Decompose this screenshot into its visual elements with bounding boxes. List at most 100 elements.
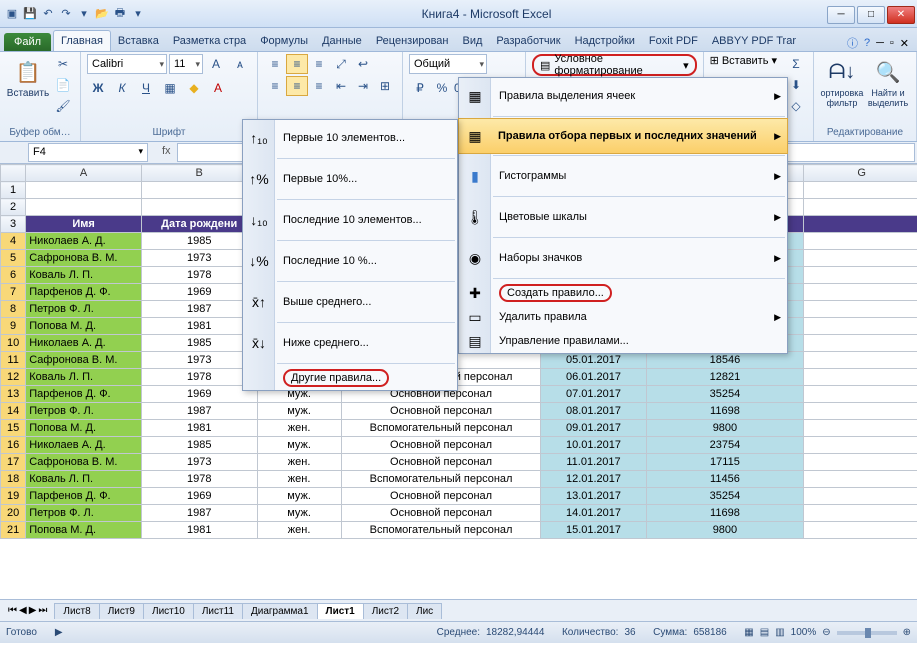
- cell[interactable]: [26, 182, 142, 199]
- ribbon-tab-2[interactable]: Разметка стра: [166, 31, 253, 51]
- row-header[interactable]: 9: [1, 318, 26, 335]
- sheet-tab[interactable]: Лист10: [143, 603, 194, 619]
- cell[interactable]: муж.: [257, 437, 341, 454]
- cell[interactable]: [804, 335, 917, 352]
- data-bars-item[interactable]: ▮ Гистограммы ▶: [459, 158, 787, 194]
- cell[interactable]: [804, 420, 917, 437]
- cell[interactable]: 1978: [141, 369, 257, 386]
- cell[interactable]: Вспомогательный персонал: [341, 471, 541, 488]
- icon-sets-item[interactable]: ◉ Наборы значков ▶: [459, 240, 787, 276]
- percent-button[interactable]: %: [431, 78, 453, 98]
- align-right-button[interactable]: ≡: [308, 76, 330, 96]
- fill-color-button[interactable]: ◆: [183, 78, 205, 98]
- cell[interactable]: [804, 522, 917, 539]
- cell[interactable]: 1981: [141, 420, 257, 437]
- cell[interactable]: Основной персонал: [341, 454, 541, 471]
- ribbon-tab-6[interactable]: Вид: [456, 31, 490, 51]
- cell[interactable]: [804, 199, 917, 216]
- cell[interactable]: муж.: [257, 505, 341, 522]
- cell[interactable]: Попова М. Д.: [26, 420, 142, 437]
- cell[interactable]: муж.: [257, 488, 341, 505]
- cut-button[interactable]: ✂: [52, 54, 74, 74]
- sheet-first-icon[interactable]: ⏮: [8, 605, 17, 616]
- cell[interactable]: 1985: [141, 233, 257, 250]
- cell[interactable]: [804, 403, 917, 420]
- align-top-button[interactable]: ≡: [264, 54, 286, 74]
- below-average-item[interactable]: x̄↓ Ниже среднего...: [243, 325, 457, 361]
- ribbon-tab-9[interactable]: Foxit PDF: [642, 31, 705, 51]
- row-header[interactable]: 21: [1, 522, 26, 539]
- cell[interactable]: 11698: [646, 505, 804, 522]
- row-header[interactable]: 10: [1, 335, 26, 352]
- row-header[interactable]: 15: [1, 420, 26, 437]
- find-select-button[interactable]: 🔍 Найти и выделить: [866, 54, 910, 108]
- cell[interactable]: Вспомогательный персонал: [341, 420, 541, 437]
- align-center-button[interactable]: ≡: [286, 76, 308, 96]
- row-header[interactable]: 11: [1, 352, 26, 369]
- format-painter-button[interactable]: 🖌: [52, 96, 74, 116]
- cell[interactable]: 06.01.2017: [541, 369, 646, 386]
- view-break-icon[interactable]: ▥: [775, 627, 784, 638]
- insert-button[interactable]: ⊞ Вставить▾: [710, 54, 777, 67]
- row-header[interactable]: 13: [1, 386, 26, 403]
- zoom-slider[interactable]: [837, 631, 897, 635]
- cell[interactable]: [804, 488, 917, 505]
- cell[interactable]: муж.: [257, 403, 341, 420]
- cell[interactable]: жен.: [257, 454, 341, 471]
- cell[interactable]: Попова М. Д.: [26, 522, 142, 539]
- row-header[interactable]: 6: [1, 267, 26, 284]
- cell[interactable]: 35254: [646, 488, 804, 505]
- sheet-tab[interactable]: Лист1: [317, 603, 364, 619]
- cell[interactable]: 1987: [141, 301, 257, 318]
- print-icon[interactable]: 🖶: [112, 6, 128, 22]
- cell[interactable]: Основной персонал: [341, 488, 541, 505]
- above-average-item[interactable]: x̄↑ Выше среднего...: [243, 284, 457, 320]
- cell[interactable]: 1973: [141, 250, 257, 267]
- cell[interactable]: [804, 301, 917, 318]
- cell[interactable]: 17115: [646, 454, 804, 471]
- row-header[interactable]: 14: [1, 403, 26, 420]
- sheet-tab[interactable]: Лист9: [99, 603, 144, 619]
- sort-filter-button[interactable]: ᗩ↓ ортировка фильтр: [820, 54, 864, 108]
- fx-icon[interactable]: fx: [158, 142, 175, 163]
- bottom-10-items-item[interactable]: ↓₁₀ Последние 10 элементов...: [243, 202, 457, 238]
- sheet-next-icon[interactable]: ▶: [29, 605, 37, 616]
- sheet-last-icon[interactable]: ⏭: [38, 605, 47, 616]
- sheet-prev-icon[interactable]: ◀: [19, 605, 27, 616]
- orientation-button[interactable]: ⤢: [330, 54, 352, 74]
- cell[interactable]: жен.: [257, 420, 341, 437]
- cell[interactable]: 14.01.2017: [541, 505, 646, 522]
- column-header[interactable]: A: [26, 165, 142, 182]
- cell[interactable]: 1987: [141, 403, 257, 420]
- maximize-button[interactable]: □: [857, 6, 885, 24]
- new-rule-item[interactable]: ✚ Создать правило...: [459, 281, 787, 305]
- cell[interactable]: Николаев А. Д.: [26, 437, 142, 454]
- row-header[interactable]: 12: [1, 369, 26, 386]
- conditional-formatting-button[interactable]: ▤ Условное форматирование ▾: [532, 54, 697, 76]
- cell[interactable]: Вспомогательный персонал: [341, 522, 541, 539]
- cell[interactable]: 1981: [141, 522, 257, 539]
- row-header[interactable]: 8: [1, 301, 26, 318]
- sheet-tab[interactable]: Лист11: [193, 603, 243, 619]
- autosum-button[interactable]: Σ: [785, 54, 807, 74]
- cell[interactable]: [804, 250, 917, 267]
- row-header[interactable]: 7: [1, 284, 26, 301]
- indent-dec-button[interactable]: ⇤: [330, 76, 352, 96]
- macro-icon[interactable]: ▶: [55, 627, 63, 638]
- cell[interactable]: [804, 505, 917, 522]
- qat-more-icon[interactable]: ▾: [76, 6, 92, 22]
- row-header[interactable]: 4: [1, 233, 26, 250]
- cell[interactable]: [804, 233, 917, 250]
- more-rules-item[interactable]: Другие правила...: [243, 366, 457, 390]
- cell[interactable]: 12821: [646, 369, 804, 386]
- row-header[interactable]: 2: [1, 199, 26, 216]
- redo-icon[interactable]: ↷: [58, 6, 74, 22]
- save-icon[interactable]: 💾: [22, 6, 38, 22]
- cell[interactable]: [804, 352, 917, 369]
- header-cell[interactable]: [804, 216, 917, 233]
- cell[interactable]: Николаев А. Д.: [26, 335, 142, 352]
- cell[interactable]: 1969: [141, 386, 257, 403]
- cell[interactable]: 12.01.2017: [541, 471, 646, 488]
- cell[interactable]: Сафронова В. М.: [26, 454, 142, 471]
- cell[interactable]: [804, 386, 917, 403]
